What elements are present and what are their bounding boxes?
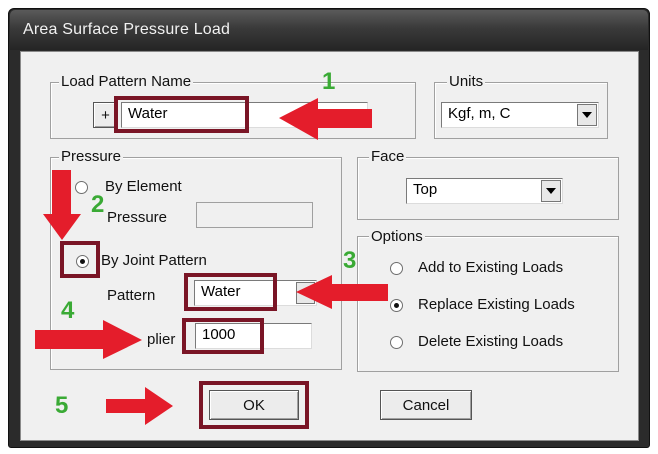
- arrow-step-4: [35, 320, 142, 359]
- arrow-step-3: [296, 275, 388, 309]
- arrow-step-1: [279, 98, 372, 140]
- annotation-arrows: [35, 98, 388, 425]
- arrow-step-2: [43, 170, 81, 240]
- arrow-step-5: [106, 387, 173, 425]
